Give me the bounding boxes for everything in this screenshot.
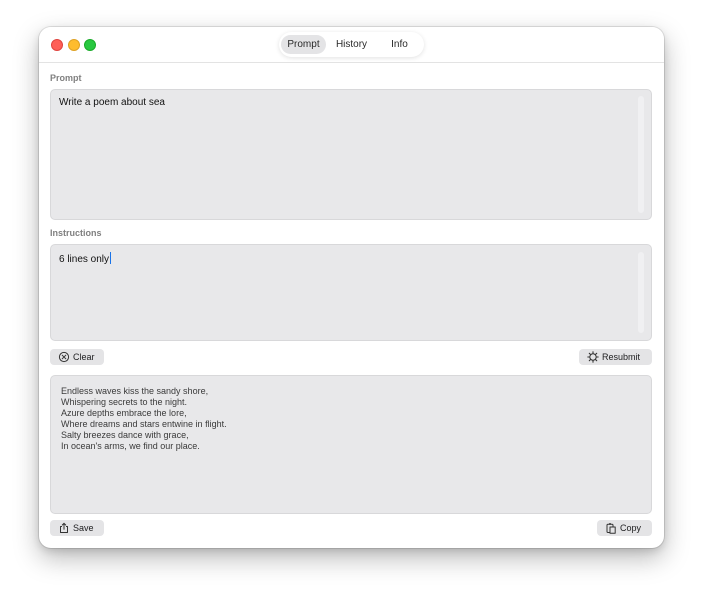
output-line: In ocean's arms, we find our place. xyxy=(61,441,200,451)
tab-info[interactable]: Info xyxy=(377,35,422,54)
resubmit-button[interactable]: Resubmit xyxy=(579,349,652,365)
instructions-label: Instructions xyxy=(50,228,102,238)
clear-circle-x-icon xyxy=(58,351,70,363)
minimize-window-button[interactable] xyxy=(68,39,80,51)
instructions-scrollbar[interactable] xyxy=(638,252,644,333)
output-panel[interactable]: Endless waves kiss the sandy shore, Whis… xyxy=(50,375,652,514)
clear-button[interactable]: Clear xyxy=(50,349,104,365)
prompt-field[interactable]: Write a poem about sea xyxy=(50,89,652,220)
resubmit-gear-icon xyxy=(587,351,599,363)
save-button-label: Save xyxy=(73,523,94,533)
resubmit-button-label: Resubmit xyxy=(602,352,641,362)
output-line: Azure depths embrace the lore, xyxy=(61,408,187,418)
copy-button-label: Copy xyxy=(620,523,642,533)
output-line: Where dreams and stars entwine in flight… xyxy=(61,419,227,429)
instructions-text: 6 lines only xyxy=(59,254,110,265)
tab-history[interactable]: History xyxy=(329,35,374,54)
output-line: Salty breezes dance with grace, xyxy=(61,430,189,440)
tab-bar: Prompt History Info xyxy=(279,32,424,57)
copy-button[interactable]: Copy xyxy=(597,520,652,536)
text-caret xyxy=(110,252,112,264)
clear-button-label: Clear xyxy=(73,352,95,362)
prompt-text: Write a poem about sea xyxy=(59,97,165,108)
app-window: Prompt History Info Prompt Write a poem … xyxy=(39,27,664,548)
output-text: Endless waves kiss the sandy shore, Whis… xyxy=(61,386,227,452)
instructions-field[interactable]: 6 lines only xyxy=(50,244,652,341)
output-line: Endless waves kiss the sandy shore, xyxy=(61,386,209,396)
copy-clipboard-icon xyxy=(606,523,616,534)
instructions-content: 6 lines only xyxy=(59,252,112,265)
save-button[interactable]: Save xyxy=(50,520,104,536)
save-share-icon xyxy=(60,522,68,533)
tab-prompt[interactable]: Prompt xyxy=(281,35,326,54)
maximize-window-button[interactable] xyxy=(84,39,96,51)
prompt-label: Prompt xyxy=(50,73,82,83)
prompt-scrollbar[interactable] xyxy=(638,96,644,213)
close-window-button[interactable] xyxy=(51,39,63,51)
output-line: Whispering secrets to the night. xyxy=(61,397,188,407)
title-bar: Prompt History Info xyxy=(39,27,664,63)
